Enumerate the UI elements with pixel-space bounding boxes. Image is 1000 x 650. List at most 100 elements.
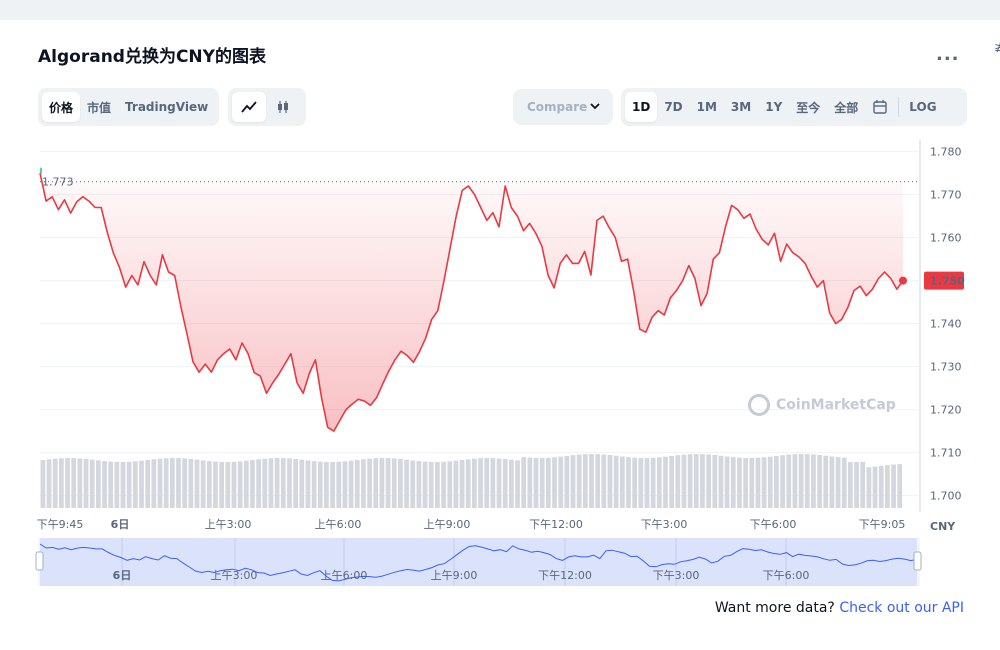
volume-bar — [811, 454, 816, 508]
y-tick-label: 1.730 — [930, 361, 962, 374]
x-tick-label: 上午9:00 — [424, 518, 471, 531]
volume-bar — [780, 455, 785, 508]
volume-bar — [755, 457, 761, 508]
current-price-dot — [899, 276, 907, 285]
volume-bar — [564, 455, 570, 508]
volume-bar — [330, 461, 335, 508]
volume-bar — [361, 459, 366, 508]
volume-bar — [638, 457, 644, 508]
volume-bar — [626, 457, 631, 508]
volume-bar — [200, 460, 206, 508]
volume-bar — [324, 461, 329, 508]
y-tick-label: 1.760 — [930, 232, 962, 245]
volume-bar — [453, 460, 459, 508]
volume-bar — [860, 461, 866, 508]
price-area-fill — [40, 173, 903, 432]
volume-bar — [539, 457, 545, 508]
volume-bar — [558, 456, 564, 508]
current-price-label: 1.750 — [930, 275, 965, 288]
volume-bar — [490, 458, 496, 508]
volume-bar — [761, 457, 767, 508]
volume-bar — [268, 458, 274, 508]
volume-bar — [767, 456, 773, 508]
brush-x-label: 上午9:00 — [431, 569, 478, 582]
volume-bar — [774, 455, 779, 508]
volume-bar — [176, 458, 181, 508]
x-tick-label: 上午3:00 — [205, 518, 252, 531]
volume-bar — [262, 458, 268, 508]
volume-bar — [194, 459, 200, 508]
volume-bar — [891, 464, 896, 508]
volume-bar — [552, 457, 557, 508]
x-tick-label: 下午3:00 — [641, 518, 688, 531]
volume-bar — [878, 465, 884, 508]
y-tick-label: 1.700 — [930, 490, 962, 503]
volume-bar — [126, 461, 132, 508]
volume-bar — [317, 461, 323, 508]
volume-bar — [237, 461, 243, 508]
y-tick-label: 1.720 — [930, 404, 962, 417]
volume-bar — [169, 458, 175, 508]
y-tick-label: 1.740 — [930, 318, 962, 331]
volume-bar — [280, 458, 286, 508]
volume-bar — [441, 461, 446, 508]
x-tick-label: 下午9:45 — [37, 518, 84, 531]
footer: Want more data? Check out our API — [715, 600, 964, 616]
brush-handle-left[interactable] — [35, 551, 44, 571]
volume-bar — [213, 461, 218, 508]
y-axis-labels: 1.780 1.770 1.760 1.750 1.740 1.730 1.720 1.710… — [930, 146, 962, 533]
currency-label: CNY — [930, 520, 956, 533]
volume-bar — [114, 461, 120, 508]
brush-handle-right[interactable] — [913, 551, 922, 571]
volume-bar — [132, 461, 138, 508]
brush-x-label: 上午6:00 — [321, 569, 368, 582]
volume-bar — [724, 456, 730, 508]
volume-bar — [700, 454, 705, 508]
volume-bar — [582, 454, 588, 508]
x-tick-label: 下午6:00 — [750, 518, 797, 531]
volume-bar — [681, 454, 687, 508]
volume-bar — [835, 457, 841, 508]
volume-bar — [589, 454, 594, 508]
volume-bar — [570, 455, 576, 508]
x-tick-label: 6日 — [111, 518, 130, 531]
volume-bar — [478, 458, 483, 508]
volume-bar — [336, 461, 342, 508]
volume-bar — [410, 460, 416, 508]
volume-bar — [521, 457, 527, 508]
volume-bar — [786, 454, 792, 508]
volume-bar — [40, 460, 46, 508]
volume-bar — [108, 461, 114, 508]
coinmarketcap-logo-icon — [748, 394, 770, 416]
api-link[interactable]: Check out our API — [839, 600, 964, 616]
volume-bar — [151, 459, 157, 508]
volume-bar — [650, 457, 656, 508]
volume-bar — [385, 458, 391, 508]
volume-bar — [545, 457, 551, 508]
volume-bar — [305, 460, 311, 508]
volume-bar — [287, 458, 292, 508]
x-axis-labels: 下午9:45 6日 上午3:00 上午6:00 上午9:00 下午12:00 下午3:00 下… — [37, 518, 906, 531]
volume-bar — [656, 457, 662, 508]
volume-bar — [145, 459, 151, 508]
volume-bar — [422, 461, 428, 508]
volume-bar — [669, 455, 675, 508]
footer-text: Want more data? — [714, 600, 835, 616]
price-chart[interactable]: 1.780 1.770 1.760 1.750 1.740 1.730 1.720 1.710… — [0, 0, 1000, 600]
volume-bar — [342, 461, 348, 508]
volume-bar — [706, 454, 712, 508]
volume-bar — [447, 461, 453, 508]
volume-bar — [182, 458, 188, 508]
volume-bar — [348, 460, 354, 508]
volume-bar — [496, 458, 502, 508]
volume-bar — [823, 455, 829, 508]
brush-x-label: 下午12:00 — [538, 569, 592, 582]
volume-bar — [515, 460, 520, 508]
volume-bar — [250, 459, 255, 508]
volume-bar — [95, 460, 101, 508]
volume-bar — [219, 461, 225, 508]
volume-bar — [102, 461, 107, 508]
volume-bar — [829, 456, 835, 508]
brush-x-label: 6日 — [113, 569, 132, 582]
volume-bar — [83, 458, 89, 508]
